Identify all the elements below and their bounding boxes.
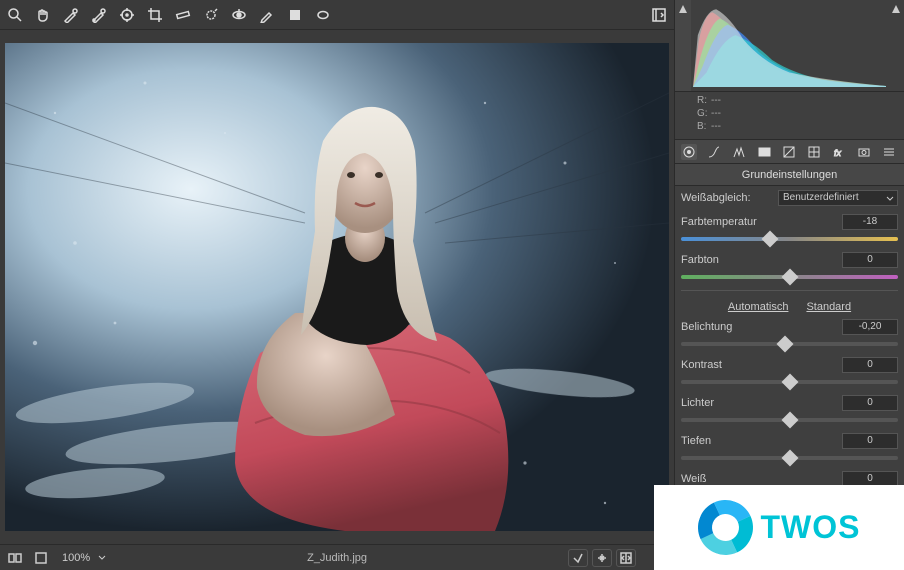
image-canvas[interactable] (5, 43, 669, 531)
r-label: R: (697, 94, 711, 107)
contrast-value[interactable]: 0 (842, 357, 898, 373)
rgb-readout: R:--- G:--- B:--- (675, 92, 904, 140)
target-adjust-icon[interactable] (118, 6, 136, 24)
detail-tab-icon[interactable] (731, 144, 747, 160)
shadows-label: Tiefen (681, 435, 842, 447)
tint-slider[interactable] (681, 270, 898, 284)
shadows-slider[interactable] (681, 451, 898, 465)
watermark-text: TWOS (761, 509, 861, 546)
r-value: --- (711, 95, 721, 106)
tint-value[interactable]: 0 (842, 252, 898, 268)
contrast-slider[interactable] (681, 375, 898, 389)
exposure-label: Belichtung (681, 321, 842, 333)
app-root: 100% Z_Judith.jpg (0, 0, 904, 570)
curve-tab-icon[interactable] (706, 144, 722, 160)
zoom-tool-icon[interactable] (6, 6, 24, 24)
effects-tab-icon[interactable]: fx (831, 144, 847, 160)
exposure-value[interactable]: -0,20 (842, 319, 898, 335)
radial-filter-icon[interactable] (314, 6, 332, 24)
histogram[interactable] (691, 0, 888, 91)
wb-select[interactable]: Benutzerdefiniert (778, 190, 898, 206)
split-tone-tab-icon[interactable] (781, 144, 797, 160)
left-pane: 100% Z_Judith.jpg (0, 0, 674, 570)
highlights-value[interactable]: 0 (842, 395, 898, 411)
zoom-level[interactable]: 100% (62, 552, 90, 564)
white-balance-tool-icon[interactable] (62, 6, 80, 24)
graduated-filter-icon[interactable] (286, 6, 304, 24)
histogram-left-tabs (675, 0, 691, 91)
highlight-clip-toggle[interactable] (592, 549, 612, 567)
exposure-slider[interactable] (681, 337, 898, 351)
default-link[interactable]: Standard (806, 301, 851, 313)
wb-label: Weißabgleich: (681, 192, 778, 204)
preferences-icon[interactable] (650, 6, 668, 24)
b-value: --- (711, 121, 721, 132)
lens-tab-icon[interactable] (806, 144, 822, 160)
hsl-tab-icon[interactable] (756, 144, 772, 160)
b-label: B: (697, 120, 711, 133)
hand-tool-icon[interactable] (34, 6, 52, 24)
shadows-value[interactable]: 0 (842, 433, 898, 449)
section-title: Grundeinstellungen (675, 164, 904, 186)
basic-tab-icon[interactable] (681, 144, 697, 160)
temp-label: Farbtemperatur (681, 216, 842, 228)
photo-preview (5, 43, 669, 531)
toolbar (0, 0, 674, 30)
temp-slider[interactable] (681, 232, 898, 246)
histogram-right-tabs (888, 0, 904, 91)
highlights-label: Lichter (681, 397, 842, 409)
panel-tabs: fx (675, 140, 904, 164)
adjustment-brush-icon[interactable] (258, 6, 276, 24)
camera-tab-icon[interactable] (856, 144, 872, 160)
shadow-clip-toggle[interactable] (568, 549, 588, 567)
filmstrip-toggle-icon[interactable] (6, 549, 24, 567)
contrast-label: Kontrast (681, 359, 842, 371)
shadow-clip-indicator-icon[interactable] (678, 4, 688, 14)
auto-link[interactable]: Automatisch (728, 301, 789, 313)
highlight-clip-indicator-icon[interactable] (891, 4, 901, 14)
spot-removal-icon[interactable] (202, 6, 220, 24)
g-label: G: (697, 107, 711, 120)
presets-tab-icon[interactable] (881, 144, 897, 160)
zoom-dropdown-icon[interactable] (98, 554, 106, 562)
redeye-tool-icon[interactable] (230, 6, 248, 24)
status-bar: 100% Z_Judith.jpg (0, 544, 674, 570)
watermark-overlay: TWOS (654, 485, 904, 570)
canvas-area (0, 30, 674, 544)
watermark-logo-icon (690, 492, 760, 562)
straighten-tool-icon[interactable] (174, 6, 192, 24)
g-value: --- (711, 108, 721, 119)
before-after-toggle[interactable] (616, 549, 636, 567)
tint-label: Farbton (681, 254, 842, 266)
single-view-icon[interactable] (32, 549, 50, 567)
highlights-slider[interactable] (681, 413, 898, 427)
svg-text:fx: fx (834, 148, 842, 158)
color-sampler-icon[interactable] (90, 6, 108, 24)
crop-tool-icon[interactable] (146, 6, 164, 24)
filename-label: Z_Judith.jpg (114, 552, 560, 564)
temp-value[interactable]: -18 (842, 214, 898, 230)
whites-label: Weiß (681, 473, 842, 485)
histogram-row (675, 0, 904, 92)
